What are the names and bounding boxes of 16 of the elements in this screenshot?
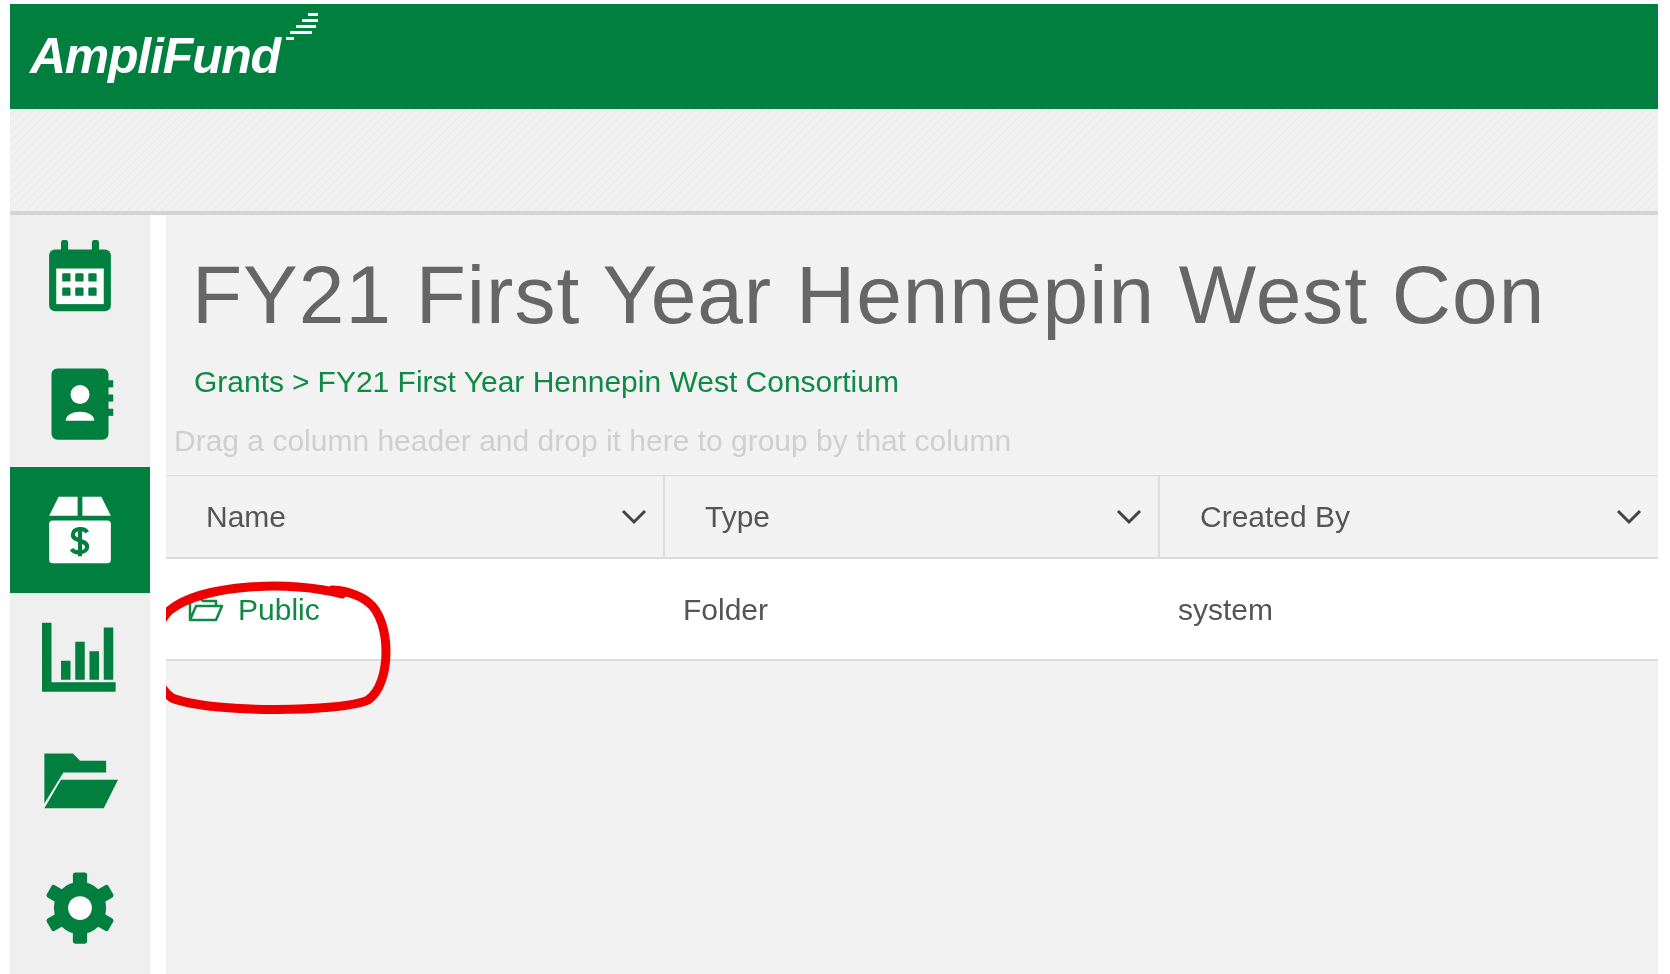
breadcrumb-link[interactable]: Grants xyxy=(194,359,285,404)
sidebar-item[interactable] xyxy=(10,467,150,593)
table-cell-text: Folder xyxy=(682,591,770,628)
logo-text[interactable]: AmpliFund xyxy=(30,19,280,94)
column-header[interactable]: Created By xyxy=(1160,476,1658,557)
page-title: FY21 First Year Hennepin West Con xyxy=(192,248,1547,342)
breadcrumb-link[interactable]: FY21 First Year Hennepin West Consortium xyxy=(317,359,899,404)
column-header[interactable]: Type xyxy=(665,476,1160,557)
table-cell-text: system xyxy=(1177,591,1274,628)
chevron-down-icon xyxy=(1116,508,1142,525)
chevron-down-icon xyxy=(1616,508,1642,525)
chevron-down-icon xyxy=(621,508,647,525)
folder-link[interactable]: Public xyxy=(238,586,320,632)
breadcrumb-separator: > xyxy=(292,364,310,400)
table-row[interactable]: Public Folder system xyxy=(166,559,1658,661)
column-header[interactable]: Name xyxy=(166,476,665,557)
